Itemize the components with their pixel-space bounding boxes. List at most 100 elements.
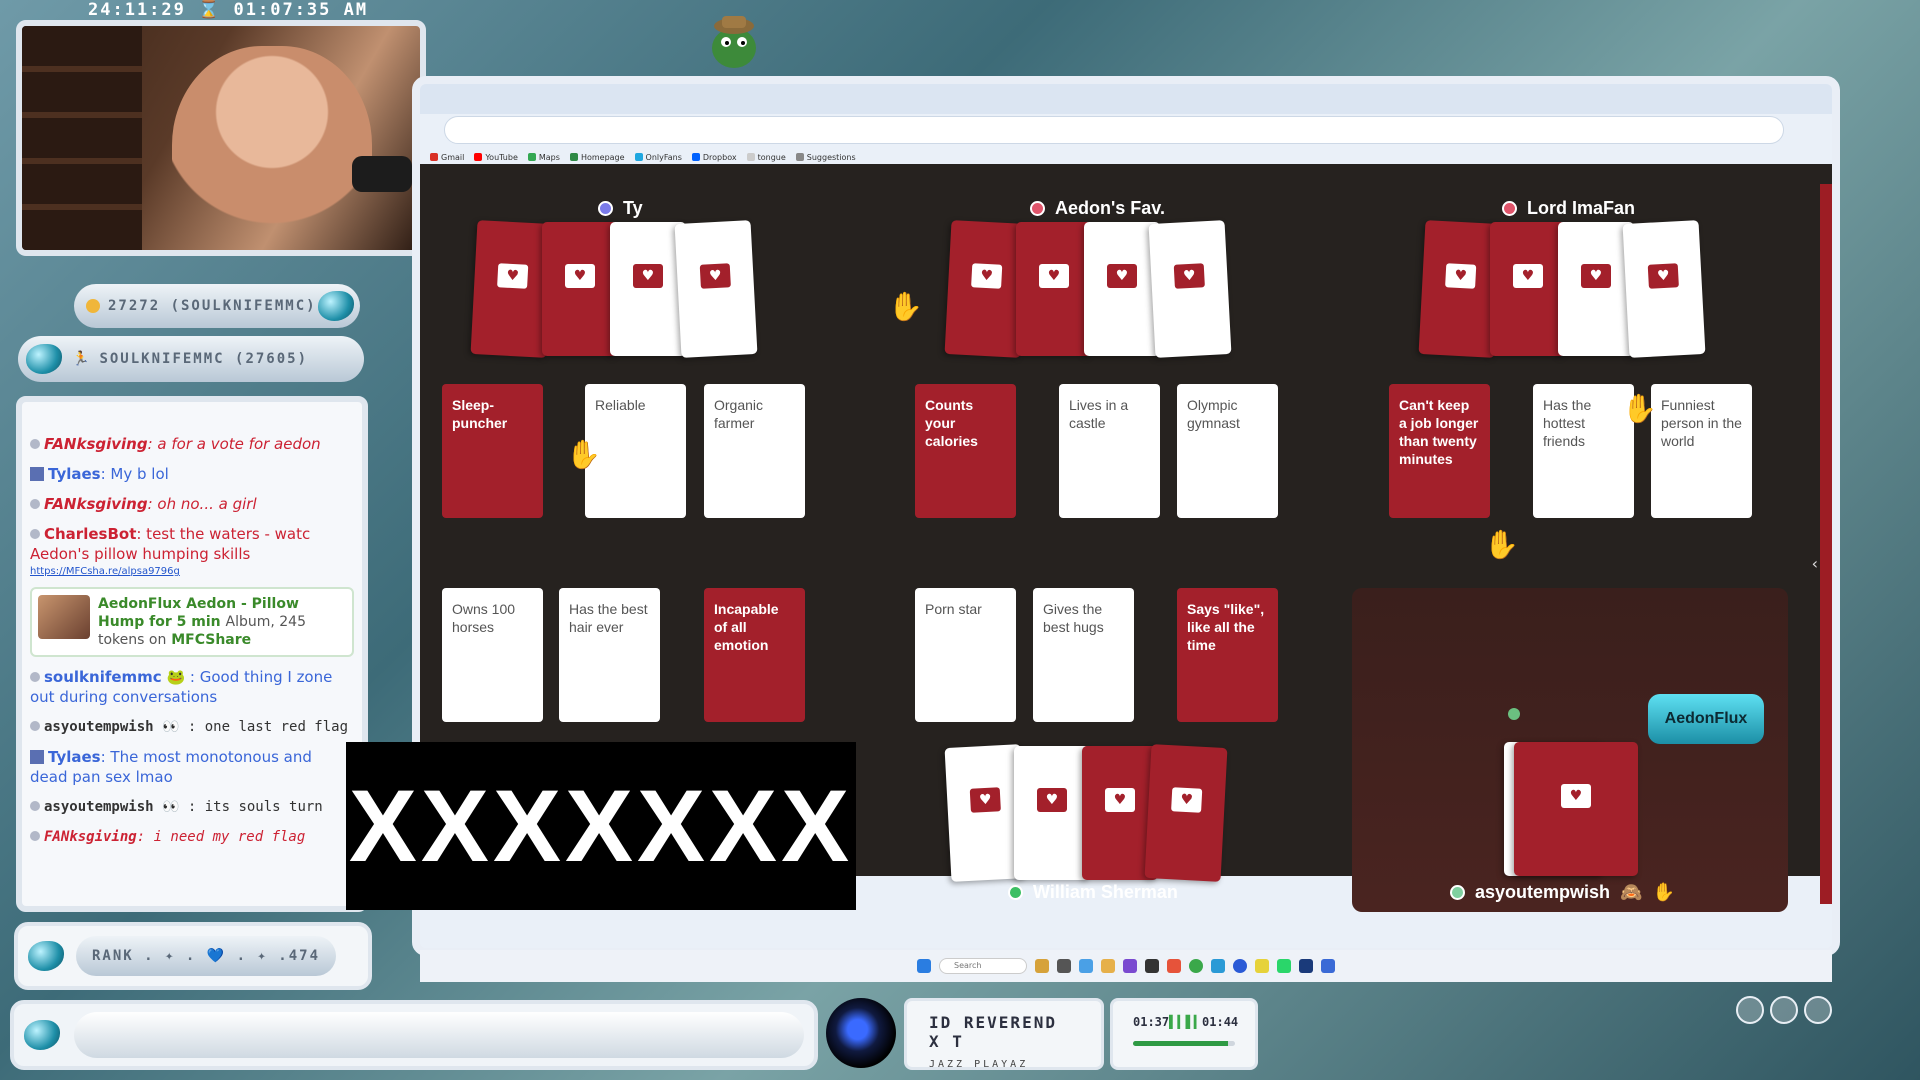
player-cursor-icon: ✋	[1622, 392, 1657, 425]
flag-icon: ♥	[1561, 784, 1591, 808]
taskbar-app-icon[interactable]	[1233, 959, 1247, 973]
chat-username[interactable]: Tylaes	[48, 465, 101, 483]
audio-icon	[1736, 996, 1764, 1024]
taskbar-app-icon[interactable]	[1145, 959, 1159, 973]
hand-card: ♥	[1148, 220, 1232, 358]
track-progress-bar	[1133, 1041, 1235, 1046]
chat-link[interactable]: https://MFCsha.re/alpsa9796g	[30, 566, 354, 577]
flag-icon: ♥	[1513, 264, 1543, 288]
coin-icon	[86, 299, 100, 313]
trait-card[interactable]: Lives in a castle	[1059, 384, 1160, 518]
leaderboard-bar: 🏃 SOULKNIFEMMC (27605)	[18, 336, 364, 382]
player-name: William Sherman	[1033, 882, 1178, 902]
flag-icon: ♥	[1647, 263, 1679, 289]
taskbar-app-icon[interactable]	[1211, 959, 1225, 973]
taskbar-app-icon[interactable]	[1057, 959, 1071, 973]
homepage-icon	[569, 153, 578, 161]
chat-message: CharlesBot: test the waters - watc Aedon…	[30, 524, 354, 564]
chat-username[interactable]: Tylaes	[48, 748, 101, 766]
my-deck[interactable]: ♥	[1504, 742, 1638, 876]
folder-icon	[795, 153, 804, 161]
flag-icon: ♥	[497, 263, 529, 289]
chat-text: : a for a vote for aedon	[147, 435, 321, 453]
bookmark-item[interactable]: Suggestions	[795, 153, 856, 162]
chat-username[interactable]: asyoutempwish	[44, 719, 154, 735]
chrome-icon[interactable]	[1189, 959, 1203, 973]
bookmark-label: YouTube	[485, 152, 518, 162]
chat-panel[interactable]: FANksgiving: a for a vote for aedon Tyla…	[16, 396, 368, 912]
folder-icon[interactable]	[1101, 959, 1115, 973]
deck-card[interactable]: ♥	[1514, 742, 1638, 876]
trait-card[interactable]: Incapable of all emotion	[704, 588, 805, 722]
taskbar-app-icon[interactable]	[1277, 959, 1291, 973]
avatar-icon	[30, 750, 44, 764]
mfc-share-card[interactable]: AedonFlux Aedon - Pillow Hump for 5 min …	[30, 587, 354, 657]
bookmark-item[interactable]: Gmail	[430, 153, 464, 162]
trait-card[interactable]: Funniest person in the world	[1651, 384, 1752, 518]
trait-card[interactable]: Olympic gymnast	[1177, 384, 1278, 518]
bookmark-item[interactable]: Dropbox	[691, 153, 737, 162]
bookmark-item[interactable]: YouTube	[474, 153, 518, 162]
flag-icon: ♥	[1105, 788, 1135, 812]
mfc-brand: MFCShare	[171, 632, 252, 648]
chat-username[interactable]: FANksgiving	[44, 495, 148, 513]
ty-hand: ♥ ♥ ♥ ♥	[470, 220, 774, 362]
bookmark-label: Maps	[538, 152, 560, 162]
rank-bar: RANK . ✦ . 💙 . ✦ .474	[14, 922, 372, 990]
chat-username[interactable]: FANksgiving	[44, 435, 148, 453]
chat-username[interactable]: CharlesBot	[44, 525, 136, 543]
taskbar-search[interactable]: Search	[939, 958, 1027, 974]
taskbar-app-icon[interactable]	[1167, 959, 1181, 973]
avatar-icon	[30, 467, 44, 481]
trait-card[interactable]: Organic farmer	[704, 384, 805, 518]
leaderboard-label: SOULKNIFEMMC (27605)	[99, 351, 309, 367]
trait-card[interactable]: Owns 100 horses	[442, 588, 543, 722]
user-icon	[30, 831, 40, 841]
chat-username[interactable]: FANksgiving	[44, 829, 137, 845]
emoji-reaction-icon[interactable]: 🙈	[1620, 882, 1642, 903]
user-icon	[30, 529, 40, 539]
trait-card[interactable]: Sleep-puncher	[442, 384, 543, 518]
track-title: ID REVEREND X T	[929, 1013, 1057, 1051]
chat-username[interactable]: soulknifemmc	[44, 668, 162, 686]
chat-message: asyoutempwish 👀 : one last red flag	[30, 717, 354, 737]
taskbar-app-icon[interactable]	[1299, 959, 1313, 973]
trait-card[interactable]: Counts your calories	[915, 384, 1016, 518]
player-lord-imafan: Lord ImaFan	[1502, 198, 1635, 219]
taskbar-app-icon[interactable]	[1255, 959, 1269, 973]
frog-mascot-icon	[702, 8, 766, 72]
maps-icon	[527, 153, 536, 161]
chevron-left-icon[interactable]: ‹	[1812, 554, 1818, 573]
chat-text: 👀 : its souls turn	[162, 799, 323, 815]
trait-card[interactable]: Gives the best hugs	[1033, 588, 1134, 722]
windows-start-icon[interactable]	[917, 959, 931, 973]
bookmark-item[interactable]: Maps	[527, 152, 560, 162]
taskbar-app-icon[interactable]	[1321, 959, 1335, 973]
trait-card[interactable]: Has the hottest friends	[1533, 384, 1634, 518]
wave-hand-icon[interactable]: ✋	[1652, 882, 1674, 903]
trait-card[interactable]: Has the best hair ever	[559, 588, 660, 722]
taskbar-app-icon[interactable]	[1079, 959, 1093, 973]
user-icon	[30, 672, 40, 682]
top-tipper-label: 27272 (SOULKNIFEMMC)	[108, 298, 317, 314]
bookmark-item[interactable]: OnlyFans	[634, 153, 682, 162]
webcam-feed	[16, 20, 426, 256]
user-icon	[30, 801, 40, 811]
player-status-dot	[1008, 885, 1023, 900]
flag-icon: ♥	[1581, 264, 1611, 288]
taskbar-app-icon[interactable]	[1123, 959, 1137, 973]
player-ty: Ty	[598, 198, 643, 219]
bookmark-item[interactable]: tongue	[746, 153, 786, 162]
trait-card[interactable]: Porn star	[915, 588, 1016, 722]
chat-username[interactable]: asyoutempwish	[44, 799, 154, 815]
bookmark-item[interactable]: Homepage	[569, 153, 625, 162]
flag-icon: ♥	[971, 263, 1003, 289]
runner-icon: 🏃	[72, 351, 92, 367]
hand-card: ♥	[1144, 744, 1228, 882]
browser-tab-strip[interactable]	[420, 84, 1832, 114]
address-bar[interactable]	[444, 116, 1784, 144]
trait-card[interactable]: Says "like", like all the time	[1177, 588, 1278, 722]
trait-card[interactable]: Can't keep a job longer than twenty minu…	[1389, 384, 1490, 518]
taskbar-app-icon[interactable]	[1035, 959, 1049, 973]
aedonflux-logo: AedonFlux	[1648, 694, 1764, 744]
